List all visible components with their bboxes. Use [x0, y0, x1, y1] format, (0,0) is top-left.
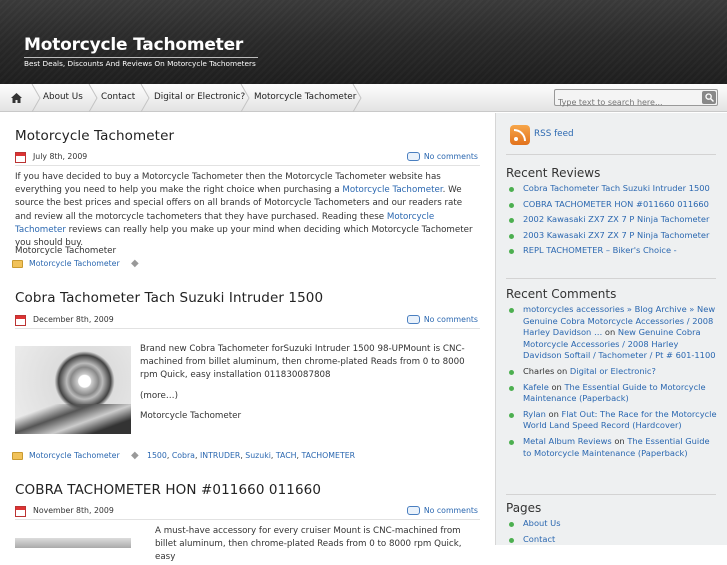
nav-separator	[31, 84, 41, 112]
tag-link[interactable]: TACHOMETER	[302, 451, 356, 460]
comment-author-link[interactable]: Kafele	[523, 382, 549, 392]
nav-item-motorcycle-tachometer[interactable]: Motorcycle Tachometer	[254, 84, 356, 112]
comments-link[interactable]: No comments	[424, 506, 478, 515]
page-link[interactable]: About Us	[523, 518, 561, 528]
sidebar-divider	[506, 154, 716, 155]
tag-link[interactable]: 1500	[147, 451, 167, 460]
post-body: Brand new Cobra Tachometer forSuzuki Int…	[140, 344, 465, 381]
list-item: Contact	[506, 534, 718, 546]
list-item: COBRA TACHOMETER HON #011660 011660	[506, 199, 718, 211]
post-categories: Motorcycle Tachometer ◆ 1500, Cobra, INT…	[12, 451, 482, 463]
post-date: July 8th, 2009	[33, 152, 88, 161]
list-item: About Us	[506, 518, 718, 530]
comment-post-link[interactable]: Digital or Electronic?	[570, 366, 656, 376]
comment-author: Charles	[523, 365, 555, 376]
tag-link[interactable]: TACH	[276, 451, 297, 460]
nav-item-digital-or-electronic[interactable]: Digital or Electronic?	[154, 84, 245, 112]
list-item: 2003 Kawasaki ZX7 ZX 7 P Ninja Tachomete…	[506, 230, 718, 242]
tag-icon: ◆	[131, 258, 139, 269]
main-content: Motorcycle Tachometer July 8th, 2009 No …	[0, 113, 494, 562]
recent-reviews-list: Cobra Tachometer Tach Suzuki Intruder 15…	[506, 183, 718, 261]
search-box	[554, 89, 718, 110]
sidebar-divider	[506, 494, 716, 495]
list-item: Kafele on The Essential Guide to Motorcy…	[506, 382, 718, 405]
list-item: Metal Album Reviews on The Essential Gui…	[506, 436, 718, 459]
list-item: Rylan on Flat Out: The Race for the Moto…	[506, 409, 718, 432]
nav-item-about-us[interactable]: About Us	[43, 84, 83, 112]
calendar-icon	[15, 506, 26, 517]
search-icon	[704, 93, 714, 102]
review-link[interactable]: REPL TACHOMETER – Biker's Choice -	[523, 245, 677, 255]
review-link[interactable]: Cobra Tachometer Tach Suzuki Intruder 15…	[523, 183, 710, 193]
list-item: Cobra Tachometer Tach Suzuki Intruder 15…	[506, 183, 718, 195]
nav-separator	[140, 84, 150, 112]
calendar-icon	[15, 152, 26, 163]
tag-link[interactable]: INTRUDER	[200, 451, 240, 460]
tag-link[interactable]: Suzuki	[245, 451, 271, 460]
folder-icon	[12, 260, 23, 268]
comments-link[interactable]: No comments	[424, 315, 478, 324]
rss-feed-link[interactable]: RSS feed	[534, 129, 574, 139]
post-link[interactable]: Motorcycle Tachometer	[15, 245, 116, 258]
nav-separator	[88, 84, 98, 112]
recent-reviews-heading: Recent Reviews	[506, 166, 601, 180]
pages-heading: Pages	[506, 501, 542, 515]
inline-link[interactable]: Motorcycle Tachometer	[342, 185, 442, 195]
category-link[interactable]: Motorcycle Tachometer	[29, 259, 120, 268]
page-link[interactable]: Contact	[523, 534, 555, 544]
recent-comments-list: motorcycles accessories » Blog Archive »…	[506, 304, 718, 463]
comment-icon	[407, 315, 420, 324]
recent-comments-heading: Recent Comments	[506, 287, 617, 301]
nav-item-contact[interactable]: Contact	[101, 84, 135, 112]
post-date: November 8th, 2009	[33, 506, 114, 515]
comment-icon	[407, 506, 420, 515]
nav-separator	[240, 84, 250, 112]
title-underline	[24, 57, 258, 58]
comment-author-link[interactable]: Rylan	[523, 409, 546, 419]
site-header: Motorcycle Tachometer Best Deals, Discou…	[0, 0, 727, 84]
post-meta: December 8th, 2009 No comments	[15, 315, 480, 329]
site-tagline: Best Deals, Discounts And Reviews On Mot…	[24, 59, 256, 68]
tag-icon: ◆	[131, 450, 139, 461]
review-link[interactable]: 2002 Kawasaki ZX7 ZX 7 P Ninja Tachomete…	[523, 214, 709, 224]
list-item: motorcycles accessories » Blog Archive »…	[506, 304, 718, 362]
comment-icon	[407, 152, 420, 161]
category-link[interactable]: Motorcycle Tachometer	[29, 451, 120, 460]
folder-icon	[12, 452, 23, 460]
post-title[interactable]: Cobra Tachometer Tach Suzuki Intruder 15…	[15, 290, 323, 306]
search-button[interactable]	[702, 91, 716, 104]
post-categories: Motorcycle Tachometer ◆	[12, 259, 482, 271]
review-link[interactable]: COBRA TACHOMETER HON #011660 011660	[523, 199, 709, 209]
post-title[interactable]: COBRA TACHOMETER HON #011660 011660	[15, 482, 321, 498]
post-meta: July 8th, 2009 No comments	[15, 152, 480, 166]
comment-author-link[interactable]: Metal Album Reviews	[523, 436, 612, 446]
review-link[interactable]: 2003 Kawasaki ZX7 ZX 7 P Ninja Tachomete…	[523, 230, 709, 240]
post-meta: November 8th, 2009 No comments	[15, 506, 480, 520]
post-date: December 8th, 2009	[33, 315, 114, 324]
rss-icon[interactable]	[510, 125, 530, 145]
nav-separator	[352, 84, 362, 112]
product-thumbnail[interactable]	[15, 538, 131, 548]
more-link[interactable]: (more…)	[140, 390, 178, 403]
post-link[interactable]: Motorcycle Tachometer	[140, 410, 241, 423]
calendar-icon	[15, 315, 26, 326]
sidebar: RSS feed Recent Reviews Cobra Tachometer…	[495, 113, 727, 545]
search-input[interactable]	[555, 95, 699, 110]
home-icon[interactable]	[0, 84, 32, 112]
post-body: If you have decided to buy a Motorcycle …	[15, 172, 473, 249]
list-item: 2002 Kawasaki ZX7 ZX 7 P Ninja Tachomete…	[506, 214, 718, 226]
post-title[interactable]: Motorcycle Tachometer	[15, 128, 174, 144]
comments-link[interactable]: No comments	[424, 152, 478, 161]
tag-list: 1500, Cobra, INTRUDER, Suzuki, TACH, TAC…	[147, 451, 356, 460]
site-title[interactable]: Motorcycle Tachometer	[24, 35, 243, 55]
product-thumbnail[interactable]	[15, 346, 131, 434]
list-item: Charles on Digital or Electronic?	[506, 366, 718, 378]
sidebar-divider	[506, 278, 716, 279]
tag-link[interactable]: Cobra	[172, 451, 195, 460]
list-item: REPL TACHOMETER – Biker's Choice -	[506, 245, 718, 257]
